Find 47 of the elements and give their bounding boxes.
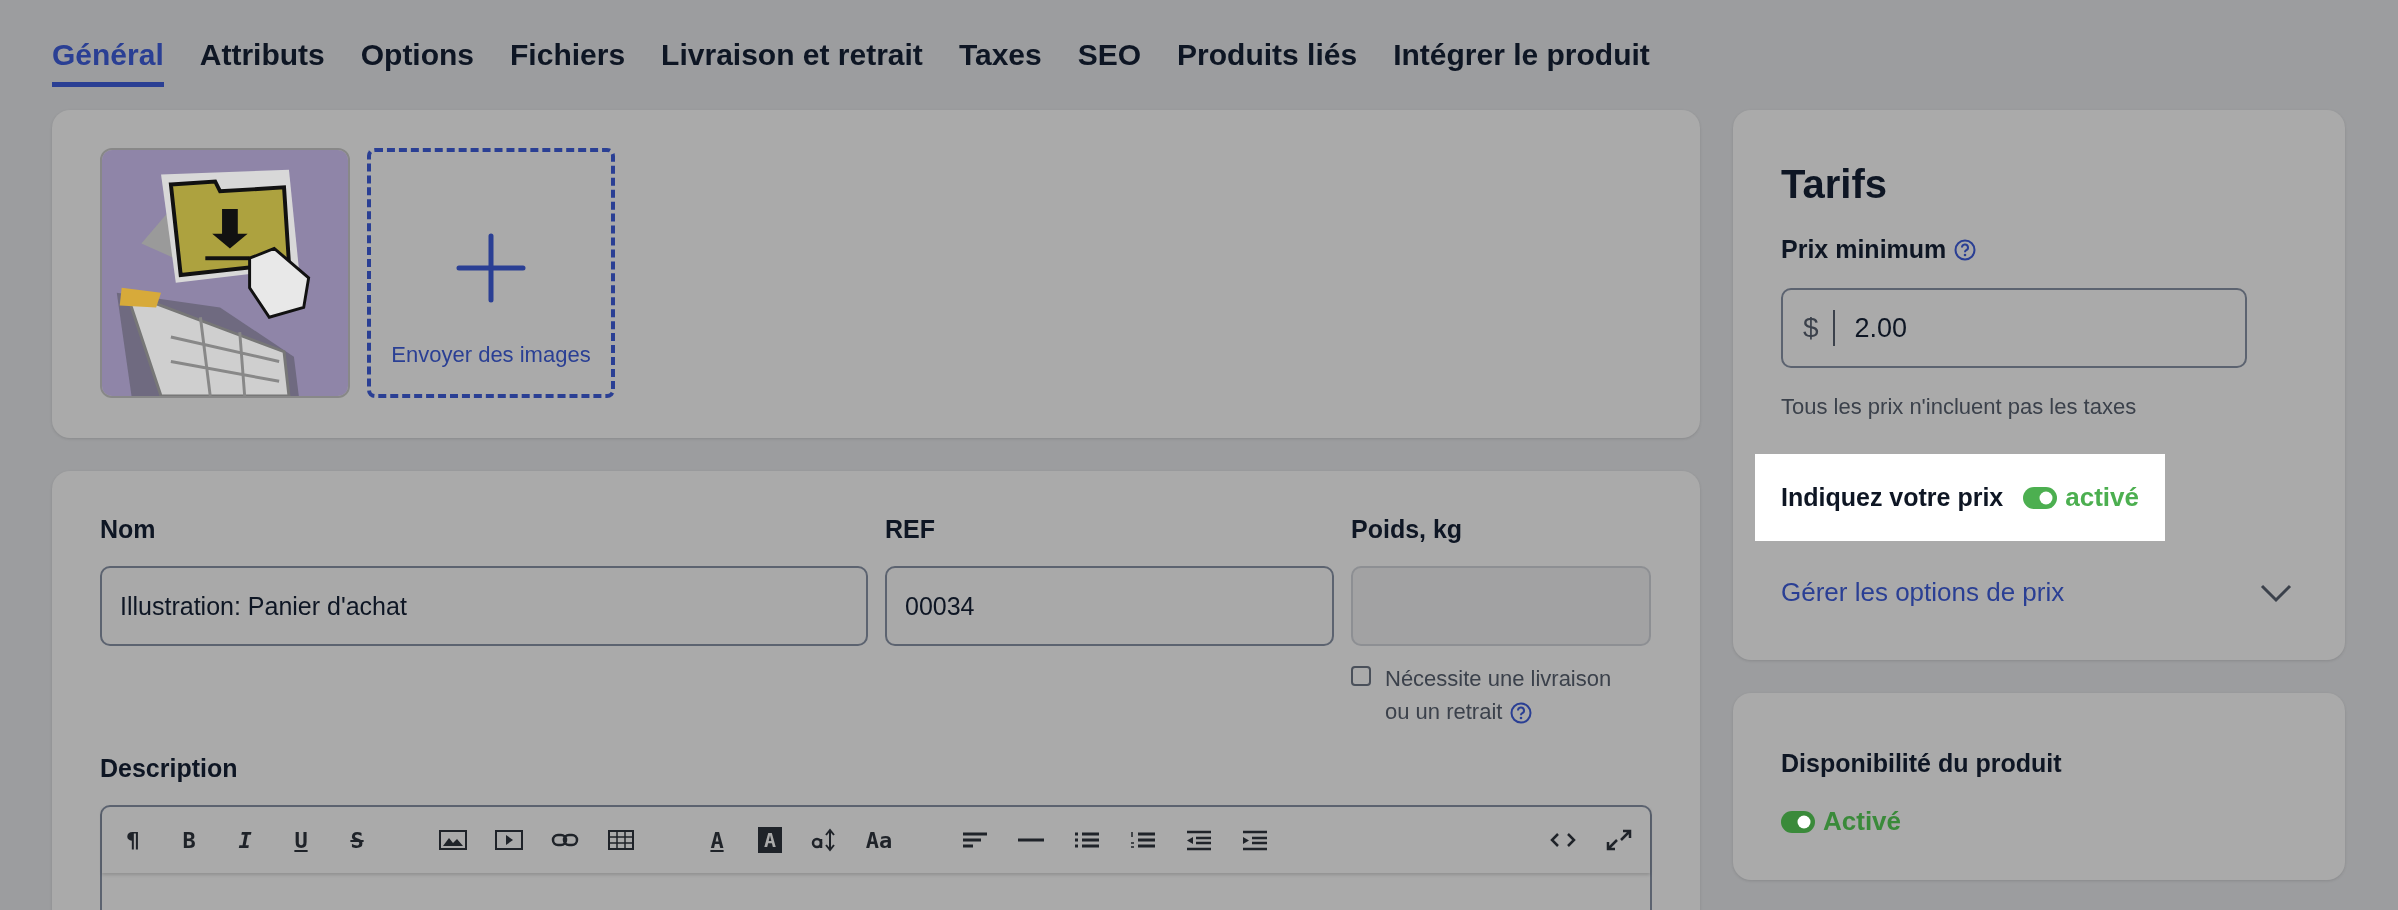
field-label: Prix minimum (1781, 235, 1947, 264)
tab[interactable]: Général (52, 28, 164, 87)
video-icon[interactable] (494, 827, 524, 853)
rich-text-editor[interactable]: ¶ B I U S A A Aa (100, 805, 1652, 910)
format-button[interactable]: A (702, 825, 732, 855)
field-label: Nom (100, 515, 157, 544)
price-value: 2.00 (1853, 312, 1908, 344)
help-icon[interactable] (1510, 702, 1533, 725)
format-button[interactable]: B (174, 825, 204, 855)
price-options-link[interactable]: Gérer les options de prix (1781, 577, 2065, 608)
tab[interactable]: Produits liés (1177, 28, 1358, 87)
plus-icon (455, 232, 527, 304)
setting-label: Indiquez votre prix (1781, 483, 2004, 512)
field-label: REF (885, 515, 936, 544)
upload-images-button[interactable]: Envoyer des images (367, 148, 615, 398)
toggle-switch[interactable] (1781, 810, 1815, 833)
tab[interactable]: Intégrer le produit (1393, 28, 1650, 87)
status-label: activé (2065, 482, 2139, 513)
format-button[interactable]: S (342, 825, 372, 855)
tab[interactable]: SEO (1077, 28, 1142, 87)
image-icon[interactable] (438, 827, 468, 853)
format-button[interactable]: A (758, 827, 782, 853)
checkbox[interactable] (1351, 666, 1371, 686)
table-icon[interactable] (606, 827, 636, 853)
format-button[interactable]: ¶ (118, 825, 148, 855)
tab[interactable]: Options (360, 28, 475, 87)
toggle-switch[interactable] (2023, 486, 2058, 509)
fullscreen-icon[interactable] (1604, 827, 1634, 853)
field-label: Poids, kg (1351, 515, 1464, 544)
chevron-icon[interactable] (2259, 582, 2293, 603)
card-title: Tarifs (1781, 162, 1888, 207)
status-label: Activé (1823, 806, 1902, 837)
format-button[interactable]: U (286, 825, 316, 855)
field-label: Description (100, 754, 239, 783)
hint-text: Tous les prix n'incluent pas les taxes (1781, 394, 2138, 420)
tab[interactable]: Fichiers (510, 28, 626, 87)
format-button[interactable]: I (230, 825, 260, 855)
card-title: Disponibilité du produit (1781, 749, 2063, 778)
input-field[interactable]: 00034 (885, 566, 1334, 646)
tab[interactable]: Livraison et retrait (661, 28, 923, 87)
format-button[interactable]: Aa (864, 825, 894, 855)
price-field[interactable]: $ 2.00 (1781, 288, 2247, 368)
tab[interactable]: Taxes (958, 28, 1042, 87)
input-field[interactable]: Illustration: Panier d'achat (100, 566, 868, 646)
tab[interactable]: Attributs (199, 28, 325, 87)
checkbox-label: Nécessite une livraison ou un retrait (1385, 665, 1613, 727)
help-icon[interactable] (1954, 238, 1977, 261)
